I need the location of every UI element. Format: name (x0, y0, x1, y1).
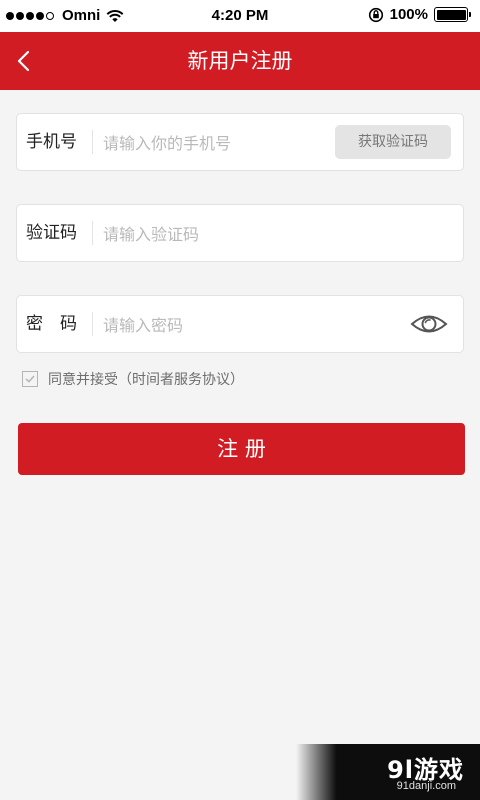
get-code-button[interactable]: 获取验证码 (335, 125, 451, 159)
watermark-url: 91danji.com (396, 780, 456, 792)
phone-input[interactable] (101, 126, 335, 160)
phone-label: 手机号 (26, 132, 77, 152)
register-button[interactable]: 注 册 (18, 423, 465, 475)
password-input[interactable] (101, 308, 395, 342)
agreement-text[interactable]: 同意并接受（时间者服务协议） (48, 369, 244, 389)
nav-bar: 新用户注册 (0, 32, 480, 90)
field-divider (92, 312, 93, 336)
code-label: 验证码 (26, 223, 77, 243)
code-input[interactable] (101, 217, 445, 251)
status-bar: Omni 4:20 PM 100% (0, 0, 480, 32)
page-title: 新用户注册 (187, 49, 293, 73)
password-field-row: 密 码 (16, 295, 464, 353)
phone-field-row: 手机号 获取验证码 (16, 113, 464, 171)
checkmark-icon (25, 375, 35, 383)
battery-icon (434, 7, 471, 22)
watermark-logo: 9l游戏 91danji.com (296, 744, 480, 800)
agreement-checkbox[interactable] (22, 371, 38, 387)
status-right: 100% (368, 6, 471, 23)
field-divider (92, 221, 93, 245)
field-divider (92, 130, 93, 154)
agreement-row: 同意并接受（时间者服务协议） (22, 368, 244, 390)
orientation-lock-icon (368, 7, 383, 22)
eye-icon[interactable] (409, 310, 449, 338)
code-field-row: 验证码 (16, 204, 464, 262)
battery-percent: 100% (389, 6, 428, 23)
password-label: 密 码 (26, 314, 77, 334)
